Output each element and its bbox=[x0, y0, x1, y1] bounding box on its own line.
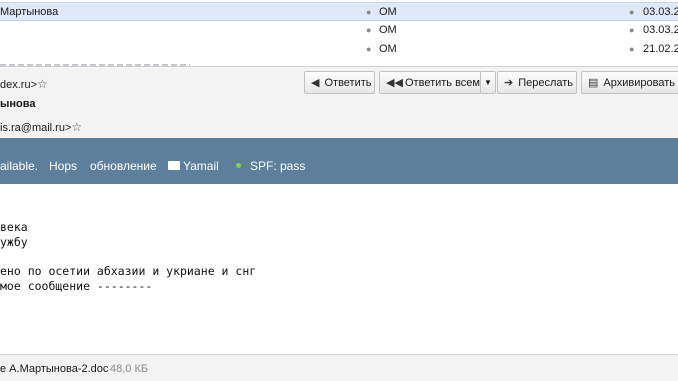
reply-icon: ◀ bbox=[311, 77, 320, 89]
message-account: OM bbox=[379, 6, 397, 18]
message-row[interactable]: Мартынова ● OM ● 03.03.2 bbox=[0, 2, 678, 21]
attachment-name[interactable]: е А.Мартынова-2.doc bbox=[0, 363, 108, 375]
info-banner: ailable. Hops обновление Yamail SPF: pas… bbox=[0, 138, 678, 184]
archive-icon: ▤ bbox=[588, 77, 599, 89]
body-line: мое сообщение -------- bbox=[0, 278, 153, 293]
star-icon[interactable]: ☆ bbox=[71, 120, 82, 134]
message-date: 03.03.2 bbox=[643, 24, 678, 36]
to-field[interactable]: is.ra@mail.ru>☆ bbox=[0, 120, 82, 134]
star-icon[interactable]: ☆ bbox=[37, 77, 48, 91]
forward-icon: ➔ bbox=[504, 77, 514, 89]
sender-name: ынова bbox=[0, 98, 36, 110]
message-account: OM bbox=[379, 43, 397, 55]
banner-spf-label: SPF: pass bbox=[250, 159, 306, 173]
body-line bbox=[0, 249, 678, 264]
reply-label: Ответить bbox=[324, 76, 372, 89]
message-date: 21.02.2 bbox=[643, 43, 678, 55]
banner-yamail[interactable]: Yamail bbox=[168, 159, 219, 173]
message-row[interactable]: ● OM ● 21.02.2 bbox=[0, 40, 678, 59]
reply-button[interactable]: ◀ Ответить bbox=[304, 71, 375, 94]
message-row[interactable]: ● OM ● 03.03.2 bbox=[0, 21, 678, 40]
from-field[interactable]: dex.ru>☆ bbox=[0, 77, 48, 91]
attachment-size: 48,0 КБ bbox=[110, 363, 149, 375]
banner-update[interactable]: обновление bbox=[90, 159, 157, 173]
archive-button[interactable]: ▤ Архивировать bbox=[581, 71, 678, 94]
forward-label: Переслать bbox=[518, 76, 574, 89]
bullet-icon: ● bbox=[366, 44, 372, 54]
mail-icon bbox=[168, 161, 180, 171]
forward-button[interactable]: ➔ Переслать bbox=[497, 71, 577, 94]
banner-spf: SPF: pass bbox=[236, 159, 305, 173]
chevron-down-icon: ▼ bbox=[484, 78, 492, 87]
to-address: is.ra@mail.ru> bbox=[0, 122, 72, 134]
message-sender: Мартынова bbox=[0, 6, 59, 18]
message-list: Мартынова ● OM ● 03.03.2 ● OM ● 03.03.2 … bbox=[0, 0, 678, 66]
banner-availability: ailable. bbox=[0, 159, 39, 173]
archive-label: Архивировать bbox=[603, 76, 675, 89]
reply-all-dropdown-button[interactable]: ▼ bbox=[480, 71, 496, 94]
message-header: dex.ru>☆ ынова is.ra@mail.ru>☆ ◀ Ответить… bbox=[0, 66, 678, 138]
banner-yamail-label: Yamail bbox=[183, 159, 219, 173]
bullet-icon: ● bbox=[366, 7, 372, 17]
body-line: ужбу bbox=[0, 234, 28, 249]
message-date: 03.03.2 bbox=[643, 6, 678, 18]
message-body: века ужбу ено по осетии абхазии и укриане … bbox=[0, 205, 678, 309]
reply-all-label: Ответить всем bbox=[405, 76, 480, 89]
message-account: OM bbox=[379, 24, 397, 36]
attachment-bar: е А.Мартынова-2.doc 48,0 КБ bbox=[0, 354, 678, 381]
reply-all-icon: ◀◀ bbox=[386, 77, 403, 89]
from-address: dex.ru> bbox=[0, 79, 37, 91]
body-line: века bbox=[0, 219, 28, 234]
bullet-icon: ● bbox=[629, 25, 635, 35]
spf-status-dot bbox=[236, 163, 241, 169]
body-line: ено по осетии абхазии и укриане и снг bbox=[0, 264, 257, 279]
bullet-icon: ● bbox=[629, 7, 635, 17]
bullet-icon: ● bbox=[366, 25, 372, 35]
bullet-icon: ● bbox=[629, 44, 635, 54]
banner-hops[interactable]: Hops bbox=[49, 159, 77, 173]
reply-all-button[interactable]: ◀◀ Ответить всем bbox=[379, 71, 481, 94]
